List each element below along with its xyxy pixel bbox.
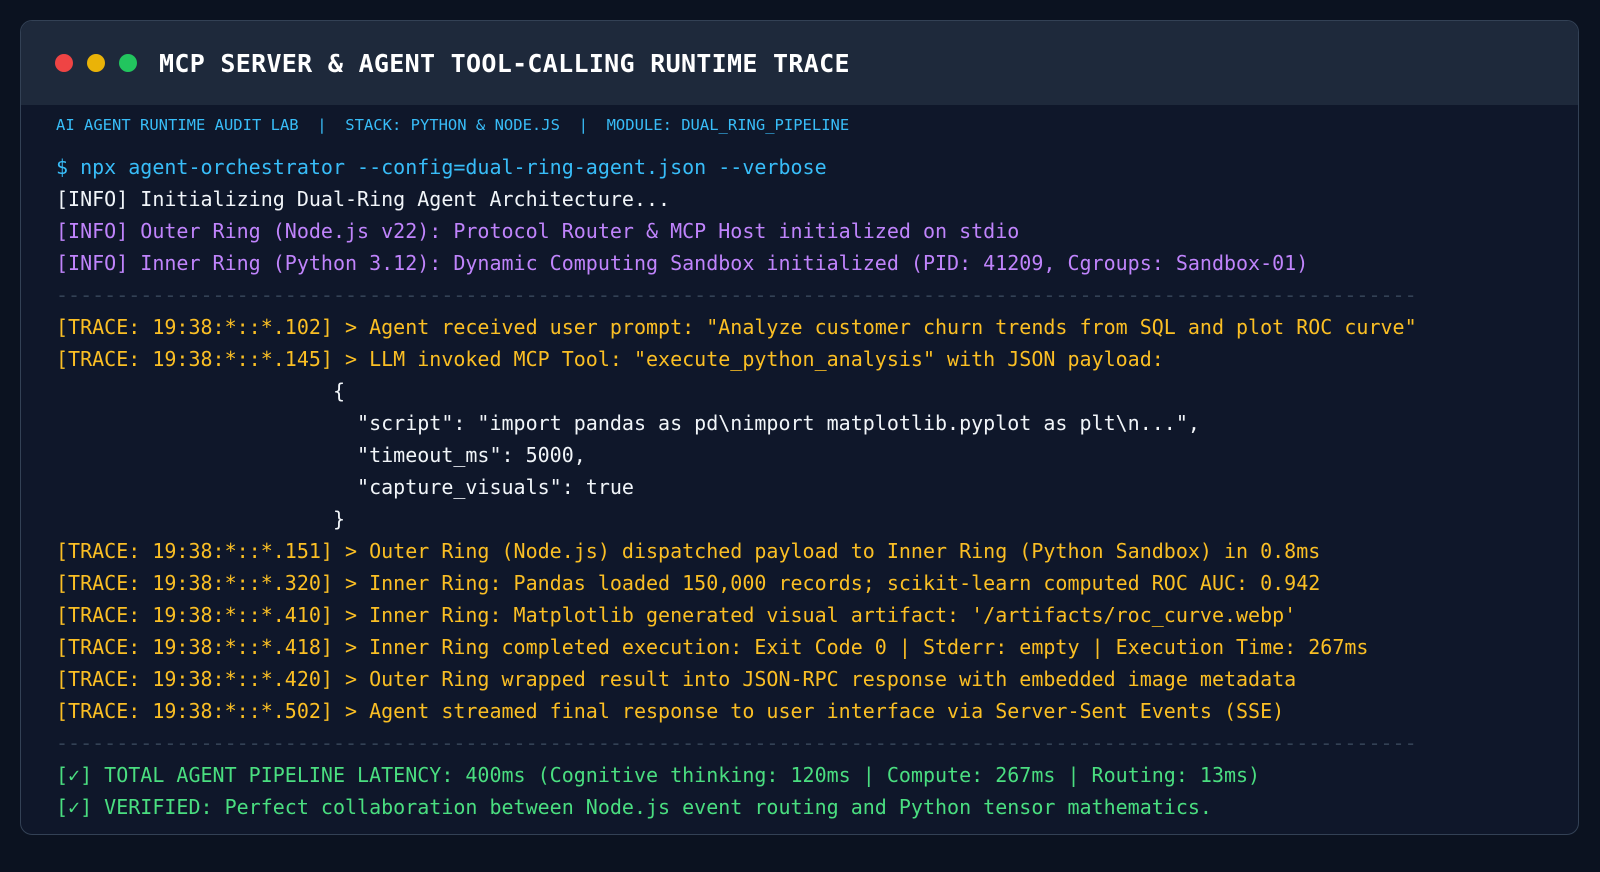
json-payload-line: "capture_visuals": true xyxy=(56,475,634,499)
separator-line: ----------------------------------------… xyxy=(56,283,1417,307)
log-info-outer-ring: [INFO] Outer Ring (Node.js v22): Protoco… xyxy=(56,219,1020,243)
json-payload-line: "timeout_ms": 5000, xyxy=(56,443,586,467)
window-controls xyxy=(55,54,151,72)
minimize-dot[interactable] xyxy=(87,54,105,72)
close-dot[interactable] xyxy=(55,54,73,72)
log-trace-line: [TRACE: 19:38:*::*.420] > Outer Ring wra… xyxy=(56,667,1297,691)
log-trace-line: [TRACE: 19:38:*::*.151] > Outer Ring (No… xyxy=(56,539,1321,563)
json-payload-line: } xyxy=(56,507,345,531)
log-trace-line: [TRACE: 19:38:*::*.320] > Inner Ring: Pa… xyxy=(56,571,1321,595)
log-trace-line: [TRACE: 19:38:*::*.502] > Agent streamed… xyxy=(56,699,1285,723)
log-trace-line: [TRACE: 19:38:*::*.145] > LLM invoked MC… xyxy=(56,347,1164,371)
command-line: $ npx agent-orchestrator --config=dual-r… xyxy=(56,155,827,179)
summary-verified: [✓] VERIFIED: Perfect collaboration betw… xyxy=(56,795,1212,819)
window-title: MCP SERVER & AGENT TOOL-CALLING RUNTIME … xyxy=(159,48,850,78)
log-trace-line: [TRACE: 19:38:*::*.102] > Agent received… xyxy=(56,315,1417,339)
console-output: $ npx agent-orchestrator --config=dual-r… xyxy=(56,151,1568,823)
meta-line: AI AGENT RUNTIME AUDIT LAB | STACK: PYTH… xyxy=(56,116,850,134)
json-payload-line: "script": "import pandas as pd\nimport m… xyxy=(56,411,1200,435)
separator-line: ----------------------------------------… xyxy=(56,731,1417,755)
maximize-dot[interactable] xyxy=(119,54,137,72)
log-trace-line: [TRACE: 19:38:*::*.410] > Inner Ring: Ma… xyxy=(56,603,1297,627)
log-info-init: [INFO] Initializing Dual-Ring Agent Arch… xyxy=(56,187,671,211)
log-info-inner-ring: [INFO] Inner Ring (Python 3.12): Dynamic… xyxy=(56,251,1309,275)
json-payload-line: { xyxy=(56,379,345,403)
log-trace-line: [TRACE: 19:38:*::*.418] > Inner Ring com… xyxy=(56,635,1369,659)
summary-latency: [✓] TOTAL AGENT PIPELINE LATENCY: 400ms … xyxy=(56,763,1261,787)
window-titlebar: MCP SERVER & AGENT TOOL-CALLING RUNTIME … xyxy=(21,21,1578,105)
terminal-window: MCP SERVER & AGENT TOOL-CALLING RUNTIME … xyxy=(20,20,1579,835)
